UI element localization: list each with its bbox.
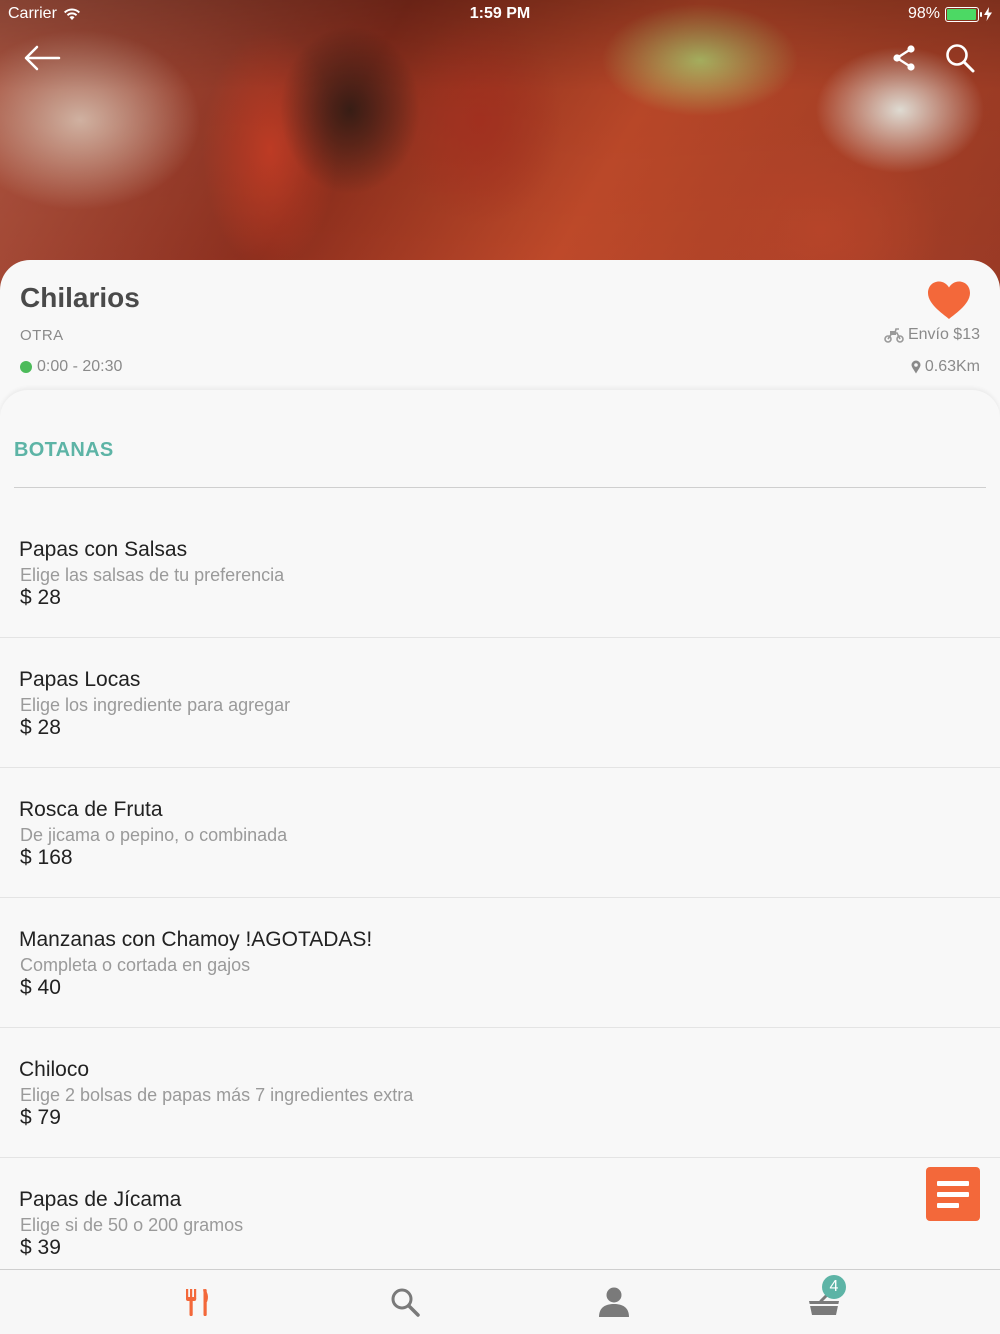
share-button[interactable] <box>882 36 926 80</box>
list-lines-icon <box>937 1191 969 1197</box>
menu-item[interactable]: Papas con Salsas Elige las salsas de tu … <box>0 508 1000 638</box>
delivery-fee: Envío $13 <box>884 326 980 344</box>
item-description: Completa o cortada en gajos <box>20 955 251 975</box>
back-button[interactable] <box>20 36 64 80</box>
open-status-dot <box>20 361 32 373</box>
restaurant-category: OTRA <box>20 327 64 344</box>
menu-item[interactable]: Manzanas con Chamoy !AGOTADAS! Completa … <box>0 898 1000 1028</box>
item-price: $ 28 <box>20 716 61 739</box>
menu-sheet: BOTANAS Papas con Salsas Elige las salsa… <box>0 390 1000 1270</box>
top-nav <box>0 36 1000 80</box>
battery-percent: 98% <box>907 5 940 22</box>
status-time: 1:59 PM <box>469 5 531 22</box>
search-button[interactable] <box>938 36 982 80</box>
hours-text: 0:00 - 20:30 <box>37 358 123 375</box>
item-price: $ 79 <box>20 1106 61 1129</box>
item-price: $ 168 <box>20 846 73 869</box>
item-description: De jicama o pepino, o combinada <box>20 825 288 845</box>
battery-icon <box>945 6 982 22</box>
item-name: Papas de Jícama <box>19 1188 182 1211</box>
tab-bar: 4 <box>0 1269 1000 1334</box>
user-icon <box>599 1287 629 1317</box>
item-price: $ 39 <box>20 1236 61 1259</box>
menu-item-list: Papas con Salsas Elige las salsas de tu … <box>0 508 1000 1288</box>
section-divider <box>14 487 986 488</box>
category-list-button[interactable] <box>926 1167 980 1221</box>
item-description: Elige los ingrediente para agregar <box>20 695 291 715</box>
item-price: $ 40 <box>20 976 61 999</box>
distance-text: 0.63Km <box>924 358 980 375</box>
restaurant-icon <box>186 1289 208 1316</box>
list-lines-icon <box>937 1180 969 1186</box>
share-icon <box>893 45 915 71</box>
item-description: Elige si de 50 o 200 gramos <box>20 1215 244 1235</box>
tab-profile[interactable] <box>584 1270 644 1334</box>
status-battery-group: 98% <box>908 5 992 23</box>
tab-restaurants[interactable] <box>168 1270 228 1334</box>
restaurant-distance: 0.63Km <box>911 358 980 376</box>
heart-icon <box>928 281 970 319</box>
list-lines-icon <box>937 1202 959 1208</box>
location-pin-icon <box>911 360 921 374</box>
delivery-text: Envío $13 <box>907 326 980 343</box>
search-icon <box>946 44 975 73</box>
search-icon <box>391 1288 420 1317</box>
item-name: Chiloco <box>19 1058 90 1081</box>
menu-item[interactable]: Rosca de Fruta De jicama o pepino, o com… <box>0 768 1000 898</box>
tab-cart[interactable]: 4 <box>794 1270 854 1334</box>
battery-level <box>947 8 977 20</box>
menu-item[interactable]: Papas Locas Elige los ingrediente para a… <box>0 638 1000 768</box>
item-description: Elige las salsas de tu preferencia <box>20 565 285 585</box>
item-price: $ 28 <box>20 586 61 609</box>
item-name: Manzanas con Chamoy !AGOTADAS! <box>19 928 373 951</box>
status-bar: Carrier 1:59 PM 98% <box>0 0 1000 28</box>
item-name: Papas con Salsas <box>19 538 188 561</box>
arrow-left-icon <box>24 45 61 71</box>
menu-section-title: BOTANAS <box>14 439 114 461</box>
item-name: Papas Locas <box>19 668 141 691</box>
motorcycle-icon <box>884 328 904 343</box>
menu-item[interactable]: Chiloco Elige 2 bolsas de papas más 7 in… <box>0 1028 1000 1158</box>
favorite-button[interactable] <box>926 280 972 320</box>
item-name: Rosca de Fruta <box>19 798 163 821</box>
charging-icon <box>984 7 992 21</box>
item-description: Elige 2 bolsas de papas más 7 ingredient… <box>20 1085 414 1105</box>
restaurant-name: Chilarios <box>20 282 140 313</box>
tab-search[interactable] <box>375 1270 435 1334</box>
cart-count-badge: 4 <box>822 1275 846 1299</box>
restaurant-hours: 0:00 - 20:30 <box>20 358 122 376</box>
